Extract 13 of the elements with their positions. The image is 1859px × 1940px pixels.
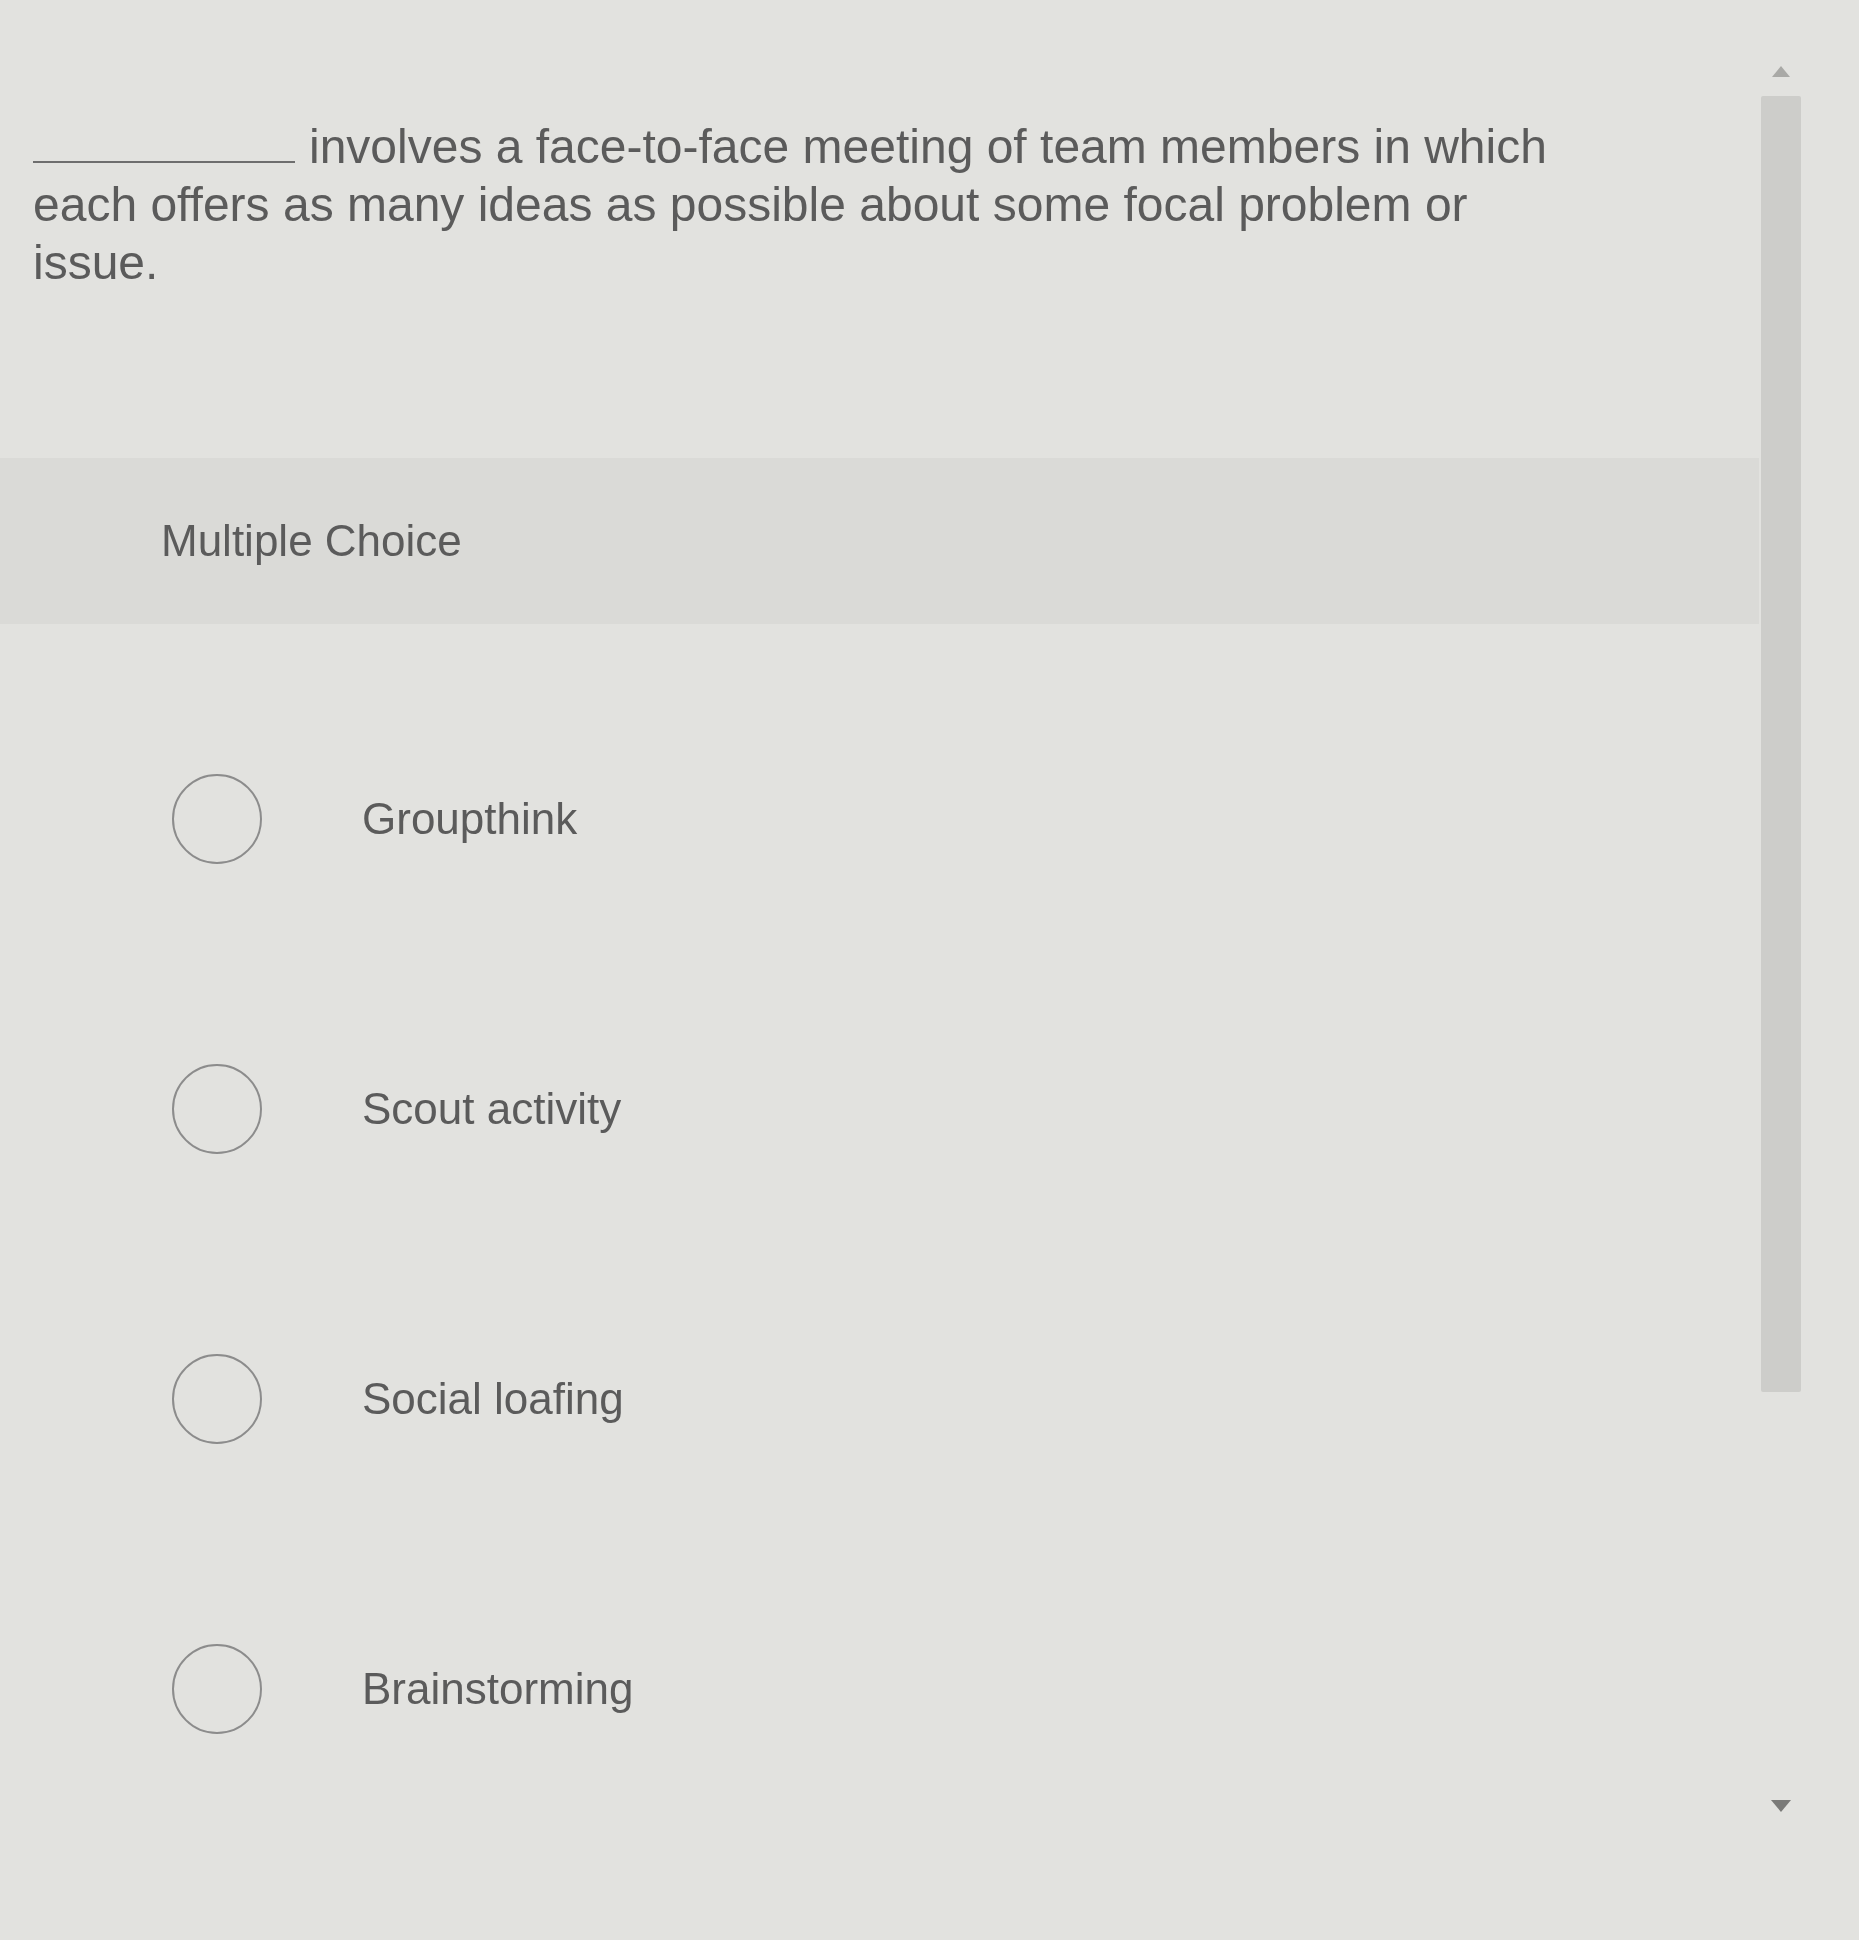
option-label[interactable]: Social loafing (362, 1373, 624, 1425)
option-label[interactable]: Brainstorming (362, 1663, 634, 1715)
radio-button[interactable] (172, 1064, 262, 1154)
question-text: involves a face-to-face meeting of team members in which (309, 119, 1547, 175)
option-label[interactable]: Groupthink (362, 793, 578, 845)
scroll-up-arrow-icon[interactable] (1772, 66, 1790, 77)
radio-button[interactable] (172, 1354, 262, 1444)
question-text: each offers as many ideas as possible about some focal problem or issue. (33, 177, 1469, 291)
radio-button[interactable] (172, 774, 262, 864)
radio-button[interactable] (172, 1644, 262, 1734)
option-label[interactable]: Scout activity (362, 1083, 622, 1135)
question-type-label: Multiple Choice (161, 515, 462, 567)
scroll-down-arrow-icon[interactable] (1771, 1800, 1791, 1812)
